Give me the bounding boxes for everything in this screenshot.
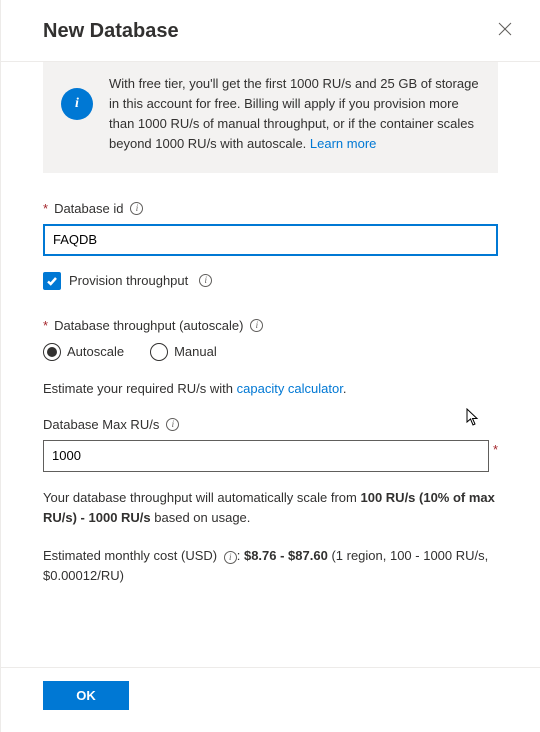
info-icon[interactable]: i xyxy=(224,551,237,564)
estimated-cost-text: Estimated monthly cost (USD) i: $8.76 - … xyxy=(43,546,498,586)
checkmark-icon xyxy=(46,275,58,287)
radio-icon xyxy=(43,343,61,361)
learn-more-link[interactable]: Learn more xyxy=(310,136,376,151)
divider xyxy=(1,667,540,668)
max-ru-input[interactable] xyxy=(43,440,489,472)
throughput-mode-radio-group: Autoscale Manual xyxy=(43,343,498,361)
estimate-text: Estimate your required RU/s with capacit… xyxy=(43,379,498,399)
database-id-label: * Database id i xyxy=(43,201,498,216)
info-icon[interactable]: i xyxy=(130,202,143,215)
info-text: With free tier, you'll get the first 100… xyxy=(109,74,480,155)
close-button[interactable] xyxy=(494,18,516,45)
radio-icon xyxy=(150,343,168,361)
info-icon[interactable]: i xyxy=(250,319,263,332)
radio-manual[interactable]: Manual xyxy=(150,343,217,361)
radio-autoscale[interactable]: Autoscale xyxy=(43,343,124,361)
database-throughput-label: * Database throughput (autoscale) i xyxy=(43,318,498,333)
provision-throughput-label: Provision throughput xyxy=(69,273,188,288)
close-icon xyxy=(498,22,512,36)
info-icon[interactable]: i xyxy=(166,418,179,431)
info-icon[interactable]: i xyxy=(199,274,212,287)
ok-button[interactable]: OK xyxy=(43,681,129,710)
info-icon: i xyxy=(61,88,93,120)
max-ru-label: Database Max RU/s i xyxy=(43,417,498,432)
capacity-calculator-link[interactable]: capacity calculator xyxy=(237,381,343,396)
panel-title: New Database xyxy=(43,20,179,43)
provision-throughput-checkbox[interactable] xyxy=(43,272,61,290)
free-tier-info-box: i With free tier, you'll get the first 1… xyxy=(43,62,498,173)
scale-description: Your database throughput will automatica… xyxy=(43,488,498,528)
database-id-input[interactable] xyxy=(43,224,498,256)
